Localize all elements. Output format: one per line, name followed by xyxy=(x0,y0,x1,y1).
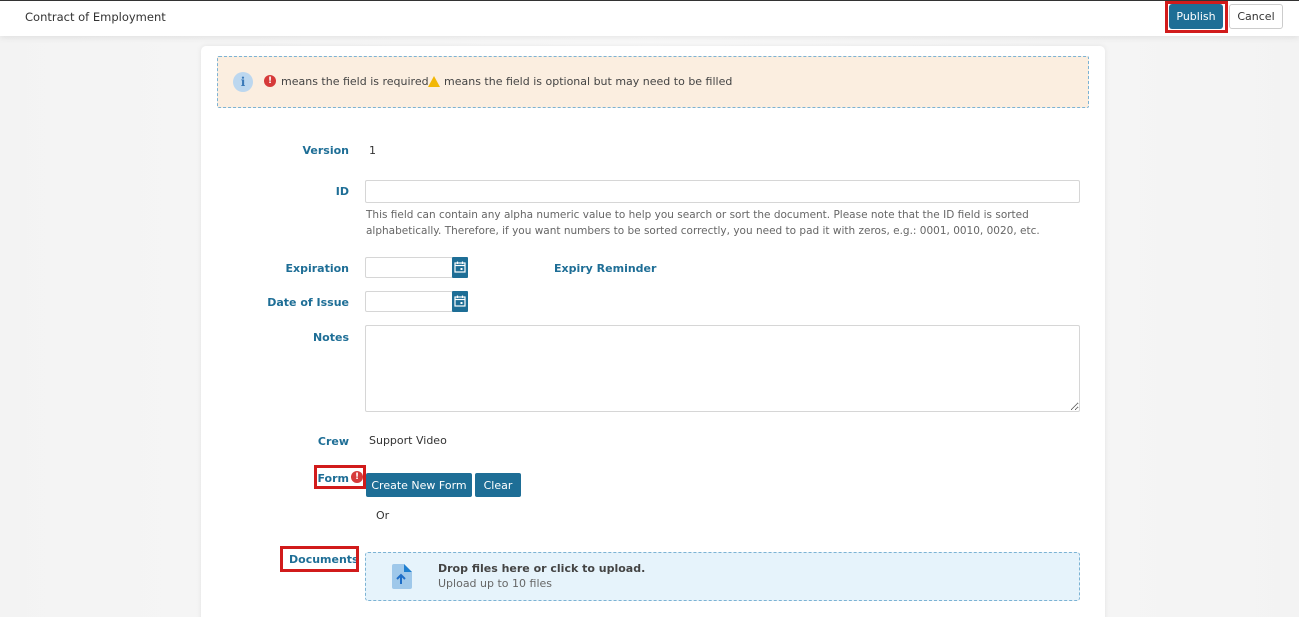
crew-label: Crew xyxy=(317,435,349,448)
crew-value: Support Video xyxy=(369,434,447,447)
info-icon: i xyxy=(233,72,253,92)
version-value: 1 xyxy=(369,144,376,157)
upload-subtitle: Upload up to 10 files xyxy=(438,577,553,590)
calendar-icon xyxy=(454,295,466,307)
optional-legend-text: means the field is optional but may need… xyxy=(444,75,733,88)
id-input[interactable] xyxy=(365,180,1080,203)
upload-file-icon xyxy=(392,564,412,589)
top-bar: Contract of Employment xyxy=(0,0,1299,36)
cancel-button[interactable]: Cancel xyxy=(1229,4,1283,29)
notes-textarea[interactable] xyxy=(365,325,1080,412)
page-title: Contract of Employment xyxy=(25,10,166,24)
expiration-label: Expiration xyxy=(285,262,349,275)
version-label: Version xyxy=(302,144,349,157)
expiration-date-input[interactable] xyxy=(365,257,453,278)
expiry-reminder-link[interactable]: Expiry Reminder xyxy=(554,262,656,275)
date-of-issue-calendar-button[interactable] xyxy=(452,291,468,312)
form-label: Form xyxy=(317,472,349,485)
notes-label: Notes xyxy=(312,331,349,344)
upload-title: Drop files here or click to upload. xyxy=(438,562,646,575)
required-icon: ! xyxy=(264,75,276,87)
expiration-calendar-button[interactable] xyxy=(452,257,468,278)
publish-button[interactable]: Publish xyxy=(1169,4,1223,29)
or-text: Or xyxy=(376,509,390,522)
documents-label: Documents xyxy=(289,553,359,566)
create-new-form-button[interactable]: Create New Form xyxy=(366,473,472,497)
calendar-icon xyxy=(454,261,466,273)
warning-icon xyxy=(428,76,440,87)
required-legend-text: means the field is required xyxy=(281,75,429,88)
form-required-icon: ! xyxy=(351,471,363,483)
id-label: ID xyxy=(335,185,349,198)
date-of-issue-label: Date of Issue xyxy=(267,296,349,309)
id-help-text: This field can contain any alpha numeric… xyxy=(366,209,1040,237)
clear-button[interactable]: Clear xyxy=(475,473,521,497)
date-of-issue-input[interactable] xyxy=(365,291,453,312)
